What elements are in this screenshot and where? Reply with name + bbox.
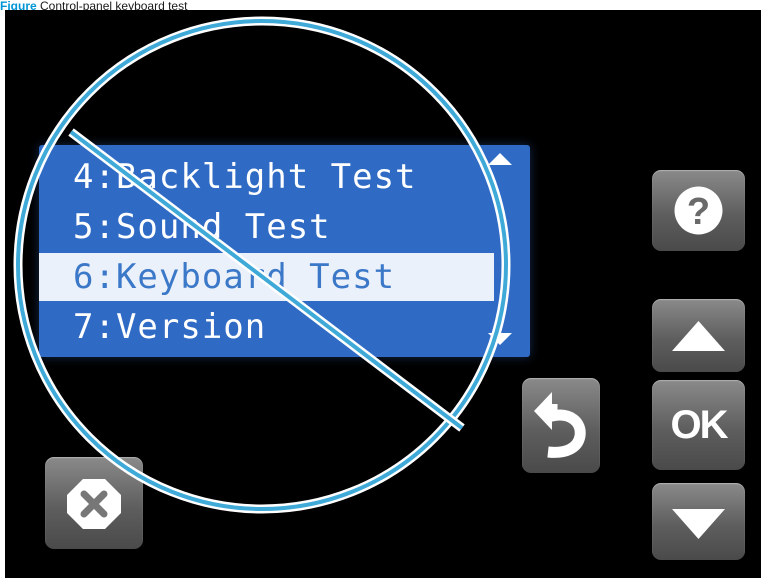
control-panel-photo: 4:Backlight Test 5:Sound Test 6:Keyboard… — [5, 10, 761, 578]
prohibited-icon — [13, 16, 511, 514]
